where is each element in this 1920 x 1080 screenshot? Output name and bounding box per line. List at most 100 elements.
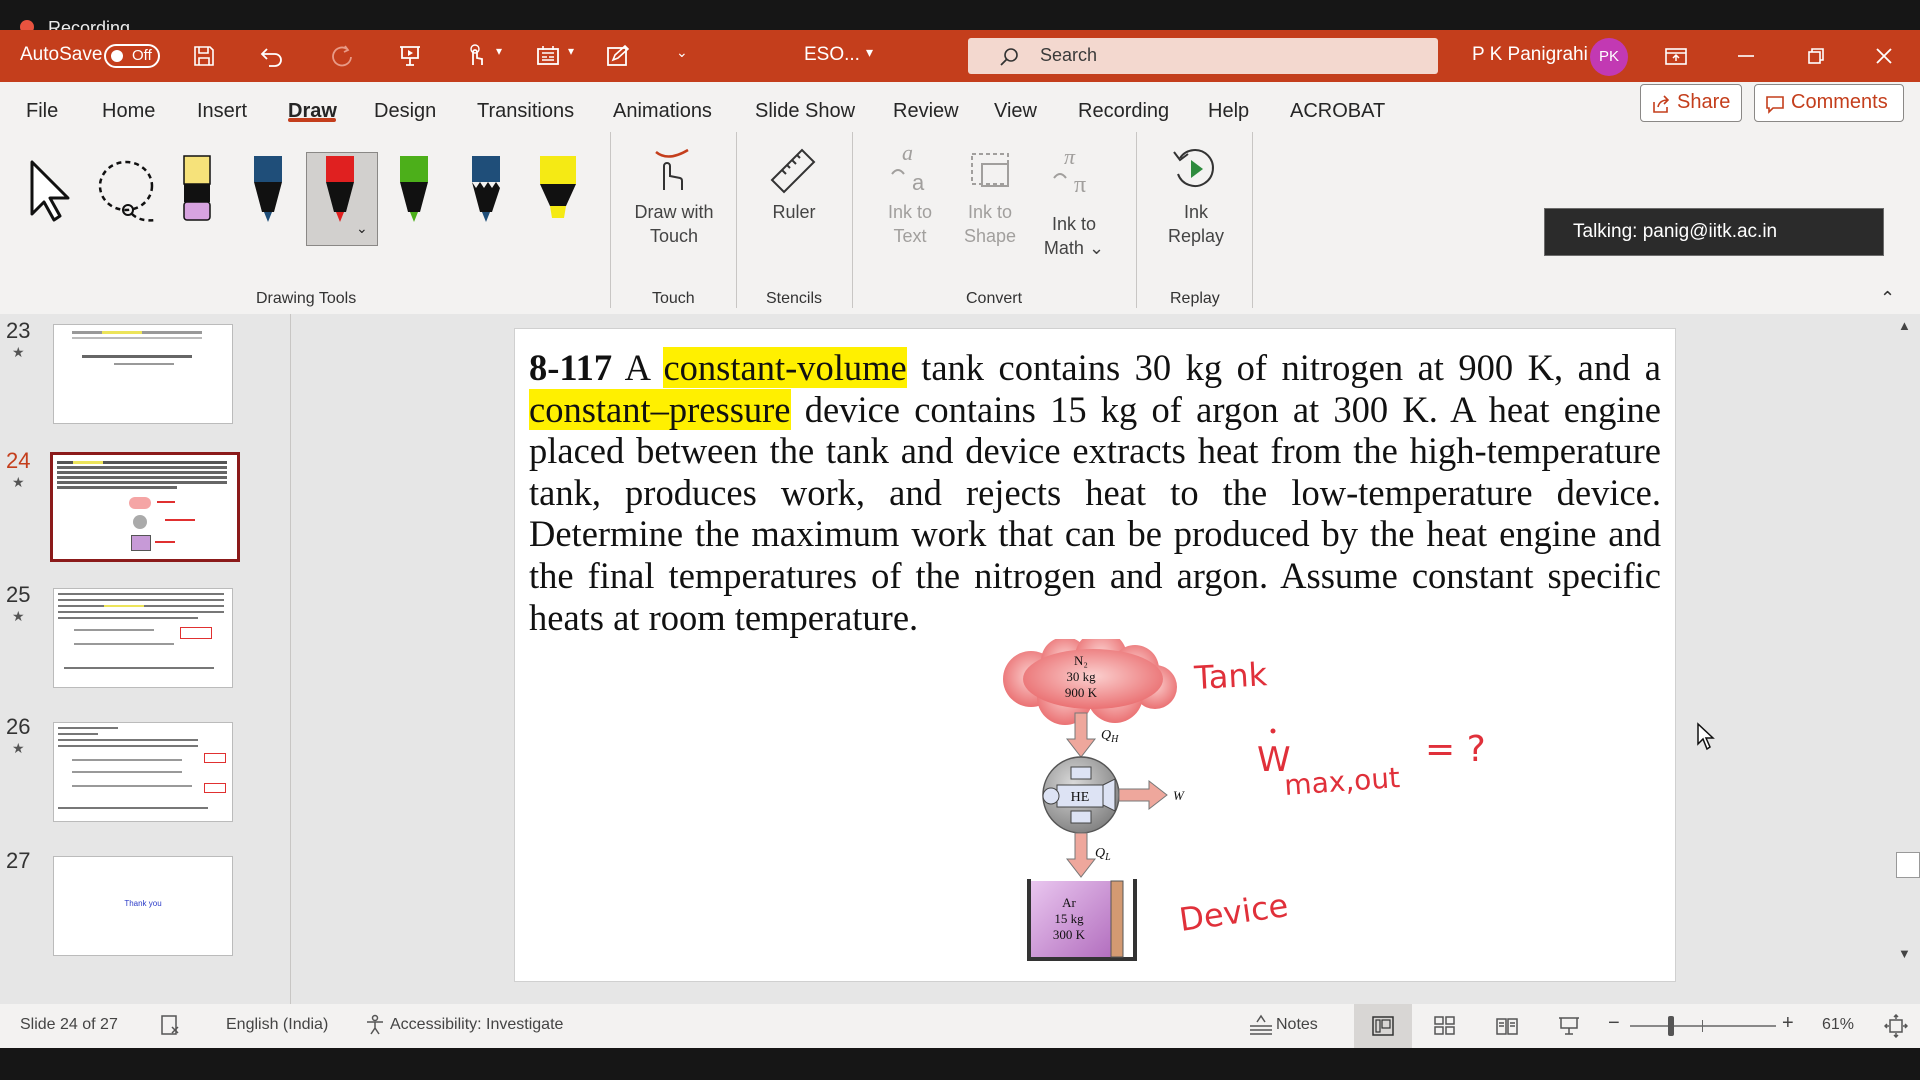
highlighter-yellow-icon[interactable] — [536, 154, 580, 226]
tab-review[interactable]: Review — [893, 100, 959, 123]
ink-to-shape-icon — [971, 153, 1009, 187]
scroll-up-icon[interactable]: ▲ — [1898, 318, 1911, 333]
talking-indicator: Talking: panig@iitk.ac.in — [1544, 208, 1884, 256]
fit-to-window-icon[interactable] — [1884, 1014, 1908, 1038]
tab-recording[interactable]: Recording — [1078, 100, 1169, 123]
ink-replay-icon[interactable] — [1170, 144, 1220, 194]
restore-icon[interactable] — [1800, 40, 1832, 72]
tab-insert[interactable]: Insert — [197, 100, 247, 123]
layout-chevron-icon[interactable]: ▾ — [568, 44, 574, 58]
ink-tank: Tank — [1192, 655, 1268, 697]
collapse-ribbon-icon[interactable]: ⌃ — [1880, 288, 1895, 309]
share-button[interactable]: Share — [1640, 84, 1742, 122]
undo-icon[interactable] — [256, 40, 288, 72]
slide-thumbnail[interactable] — [53, 722, 233, 822]
tab-transitions[interactable]: Transitions — [477, 100, 574, 123]
comments-button[interactable]: Comments — [1754, 84, 1904, 122]
tab-animations[interactable]: Animations — [613, 100, 712, 123]
search-input[interactable]: Search — [968, 38, 1438, 74]
bottom-strip — [0, 1048, 1920, 1080]
ink-to-text-label: Ink to Text — [870, 200, 950, 248]
thumbnail-text: Thank you — [124, 899, 162, 908]
animation-star-icon: ★ — [12, 740, 25, 756]
comments-label: Comments — [1791, 91, 1888, 113]
cloud-line-1: N₂ — [1074, 653, 1088, 668]
tab-view[interactable]: View — [994, 100, 1037, 123]
tab-home[interactable]: Home — [102, 100, 155, 123]
lasso-select-icon[interactable] — [94, 156, 166, 226]
minimize-icon[interactable] — [1730, 40, 1762, 72]
normal-view-button[interactable] — [1354, 1004, 1412, 1048]
he-label: HE — [1071, 790, 1090, 805]
tab-slide-show[interactable]: Slide Show — [755, 100, 855, 123]
thumb-number: 23 — [6, 318, 31, 343]
avatar[interactable]: PK — [1590, 38, 1628, 76]
zoom-in-icon[interactable]: + — [1782, 1012, 1794, 1035]
problem-text-b: tank contains 30 kg of nitrogen at 900 K… — [906, 347, 1661, 388]
slide-thumbnail[interactable] — [53, 324, 233, 424]
ink-to-math-label[interactable]: Ink to Math ⌄ — [1034, 212, 1114, 260]
layout-icon[interactable] — [532, 40, 564, 72]
zoom-level[interactable]: 61% — [1822, 1016, 1854, 1034]
close-icon[interactable] — [1868, 40, 1900, 72]
tab-help[interactable]: Help — [1208, 100, 1249, 123]
draw-with-touch-label[interactable]: Draw with Touch — [620, 200, 728, 248]
ribbon-divider — [852, 132, 853, 308]
active-tab-indicator — [288, 118, 336, 122]
notes-button[interactable]: Notes — [1276, 1016, 1318, 1034]
he-nozzle — [1102, 778, 1116, 812]
slide-canvas[interactable]: 8-117 A constant-volume tank contains 30… — [514, 328, 1676, 982]
ruler-icon[interactable] — [768, 144, 818, 194]
save-icon[interactable] — [188, 40, 220, 72]
ql-arrow — [1065, 832, 1097, 878]
zoom-out-icon[interactable]: − — [1608, 1012, 1620, 1035]
autosave-toggle[interactable]: Off — [104, 44, 160, 68]
thumb-number: 24 — [6, 448, 31, 473]
language-status[interactable]: English (India) — [226, 1016, 328, 1034]
slide-thumbnail[interactable] — [53, 588, 233, 688]
file-name[interactable]: ESO... — [804, 44, 860, 66]
pen-options-chevron-icon[interactable]: ⌄ — [356, 220, 368, 237]
slide-show-view-icon[interactable] — [1558, 1016, 1580, 1036]
qh-label: QH — [1101, 728, 1119, 745]
ruler-label[interactable]: Ruler — [754, 200, 834, 224]
redo-icon[interactable] — [326, 40, 358, 72]
zoom-slider[interactable] — [1630, 1025, 1776, 1027]
pen-darkblue-icon[interactable] — [250, 154, 286, 226]
edit-form-icon[interactable] — [602, 40, 634, 72]
present-icon[interactable] — [394, 40, 426, 72]
user-name[interactable]: P K Panigrahi — [1472, 44, 1588, 66]
spelling-check-icon[interactable] — [160, 1014, 182, 1036]
vertical-scrollbar[interactable] — [1894, 314, 1920, 1004]
touch-mode-icon[interactable] — [460, 40, 492, 72]
ink-replay-label[interactable]: Ink Replay — [1156, 200, 1236, 248]
ink-to-text-line2: Text — [893, 226, 927, 246]
cloud-line-3: 900 K — [1065, 685, 1098, 700]
tab-acrobat[interactable]: ACROBAT — [1290, 100, 1385, 123]
draw-with-touch-icon[interactable] — [648, 146, 694, 194]
slide-thumbnail-selected[interactable] — [50, 452, 240, 562]
accessibility-icon[interactable] — [364, 1014, 386, 1036]
tab-design[interactable]: Design — [374, 100, 436, 123]
title-bar: AutoSave Off ▾ ▾ ⌄ ESO... ▾ Search P K P… — [0, 30, 1920, 82]
zoom-slider-thumb[interactable] — [1668, 1016, 1674, 1036]
pencil-galaxy-icon[interactable] — [468, 154, 504, 226]
ink-to-math-icon[interactable]: ππ — [1050, 144, 1100, 194]
work-arrow — [1118, 779, 1168, 811]
touch-mode-chevron-icon[interactable]: ▾ — [496, 44, 502, 58]
select-cursor-icon[interactable] — [26, 158, 78, 224]
scroll-down-icon[interactable]: ▼ — [1898, 946, 1911, 961]
accessibility-status[interactable]: Accessibility: Investigate — [390, 1016, 563, 1034]
scroll-thumb[interactable] — [1896, 852, 1920, 878]
slide-sorter-icon[interactable] — [1434, 1016, 1456, 1036]
file-name-chevron-icon[interactable]: ▾ — [866, 44, 873, 61]
eraser-pen-icon[interactable] — [178, 154, 216, 226]
slide-thumbnail[interactable]: Thank you — [53, 856, 233, 956]
ink-to-text-line1: Ink to — [887, 202, 933, 222]
tab-file[interactable]: File — [26, 100, 58, 123]
highlight-constant-pressure: constant–pressure — [529, 388, 791, 430]
ribbon-display-icon[interactable] — [1660, 40, 1692, 72]
pen-green-icon[interactable] — [396, 154, 432, 226]
customize-qat-icon[interactable]: ⌄ — [676, 44, 688, 61]
reading-view-icon[interactable] — [1496, 1016, 1518, 1036]
